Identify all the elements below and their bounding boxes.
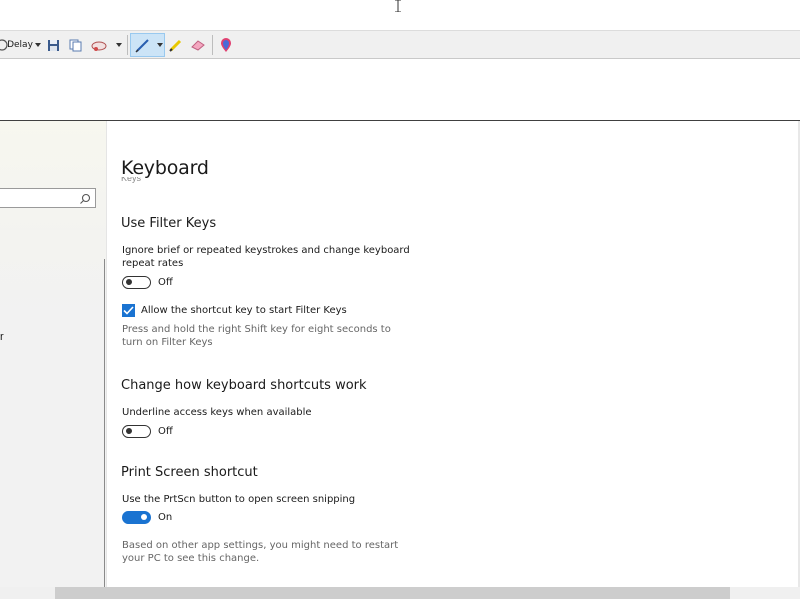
text-cursor-icon bbox=[395, 0, 401, 12]
filter-keys-shortcut-checkbox-row[interactable]: Allow the shortcut key to start Filter K… bbox=[122, 304, 347, 317]
send-dropdown-icon[interactable] bbox=[115, 35, 123, 55]
print-screen-note: Based on other app settings, you might n… bbox=[122, 540, 399, 564]
toolbar-separator bbox=[212, 35, 213, 55]
delay-dropdown-icon[interactable] bbox=[34, 35, 42, 55]
filter-keys-description: Ignore brief or repeated keystrokes and … bbox=[122, 245, 410, 269]
print-screen-description: Use the PrtScn button to open screen sni… bbox=[122, 494, 356, 505]
copy-icon[interactable] bbox=[67, 35, 83, 55]
eraser-icon[interactable] bbox=[189, 35, 207, 55]
filter-keys-shortcut-label: Allow the shortcut key to start Filter K… bbox=[141, 305, 347, 316]
paint3d-icon[interactable] bbox=[217, 35, 235, 55]
clipped-text: Keys bbox=[121, 177, 142, 183]
top-strip bbox=[0, 0, 800, 31]
horizontal-scrollbar-thumb[interactable] bbox=[55, 587, 730, 599]
pen-icon[interactable] bbox=[134, 35, 152, 55]
sidebar-item-label[interactable]: r bbox=[0, 331, 4, 343]
toggle-knob bbox=[126, 279, 132, 285]
search-input[interactable] bbox=[0, 188, 96, 208]
shortcuts-toggle-row[interactable]: Off bbox=[122, 425, 173, 438]
blank-canvas-area bbox=[0, 60, 800, 121]
settings-sidebar: r bbox=[0, 121, 107, 587]
settings-window: r Keyboard Keys Use Filter Keys Ignore b… bbox=[0, 121, 800, 599]
print-screen-toggle[interactable] bbox=[122, 511, 151, 524]
page-title: Keyboard bbox=[121, 157, 209, 179]
shortcuts-heading: Change how keyboard shortcuts work bbox=[121, 378, 367, 393]
filter-keys-heading: Use Filter Keys bbox=[121, 216, 217, 231]
delay-button[interactable]: Delay bbox=[7, 35, 33, 55]
save-icon[interactable] bbox=[45, 35, 61, 55]
filter-keys-shortcut-checkbox[interactable] bbox=[122, 304, 135, 317]
underline-keys-toggle-state: Off bbox=[158, 426, 173, 437]
checkmark-icon bbox=[123, 306, 134, 315]
filter-keys-toggle[interactable] bbox=[122, 276, 151, 289]
toggle-knob bbox=[141, 514, 147, 520]
search-icon bbox=[79, 192, 91, 204]
snipping-toolbar: Delay bbox=[0, 31, 800, 59]
underline-keys-toggle[interactable] bbox=[122, 425, 151, 438]
shortcuts-description: Underline access keys when available bbox=[122, 407, 312, 418]
toggle-knob bbox=[126, 428, 132, 434]
sidebar-scrollbar[interactable] bbox=[104, 259, 105, 587]
toolbar-separator bbox=[127, 35, 128, 55]
filter-keys-toggle-state: Off bbox=[158, 277, 173, 288]
filter-keys-shortcut-note: Press and hold the right Shift key for e… bbox=[122, 324, 391, 348]
highlighter-icon[interactable] bbox=[167, 35, 185, 55]
filter-keys-toggle-row[interactable]: Off bbox=[122, 276, 173, 289]
print-screen-toggle-row[interactable]: On bbox=[122, 511, 172, 524]
send-snip-icon[interactable] bbox=[90, 35, 108, 55]
print-screen-toggle-state: On bbox=[158, 512, 173, 523]
pen-dropdown-icon[interactable] bbox=[156, 35, 164, 55]
print-screen-heading: Print Screen shortcut bbox=[121, 465, 258, 480]
delay-label: Delay bbox=[7, 40, 33, 50]
settings-content: Keyboard Keys Use Filter Keys Ignore bri… bbox=[107, 121, 800, 587]
